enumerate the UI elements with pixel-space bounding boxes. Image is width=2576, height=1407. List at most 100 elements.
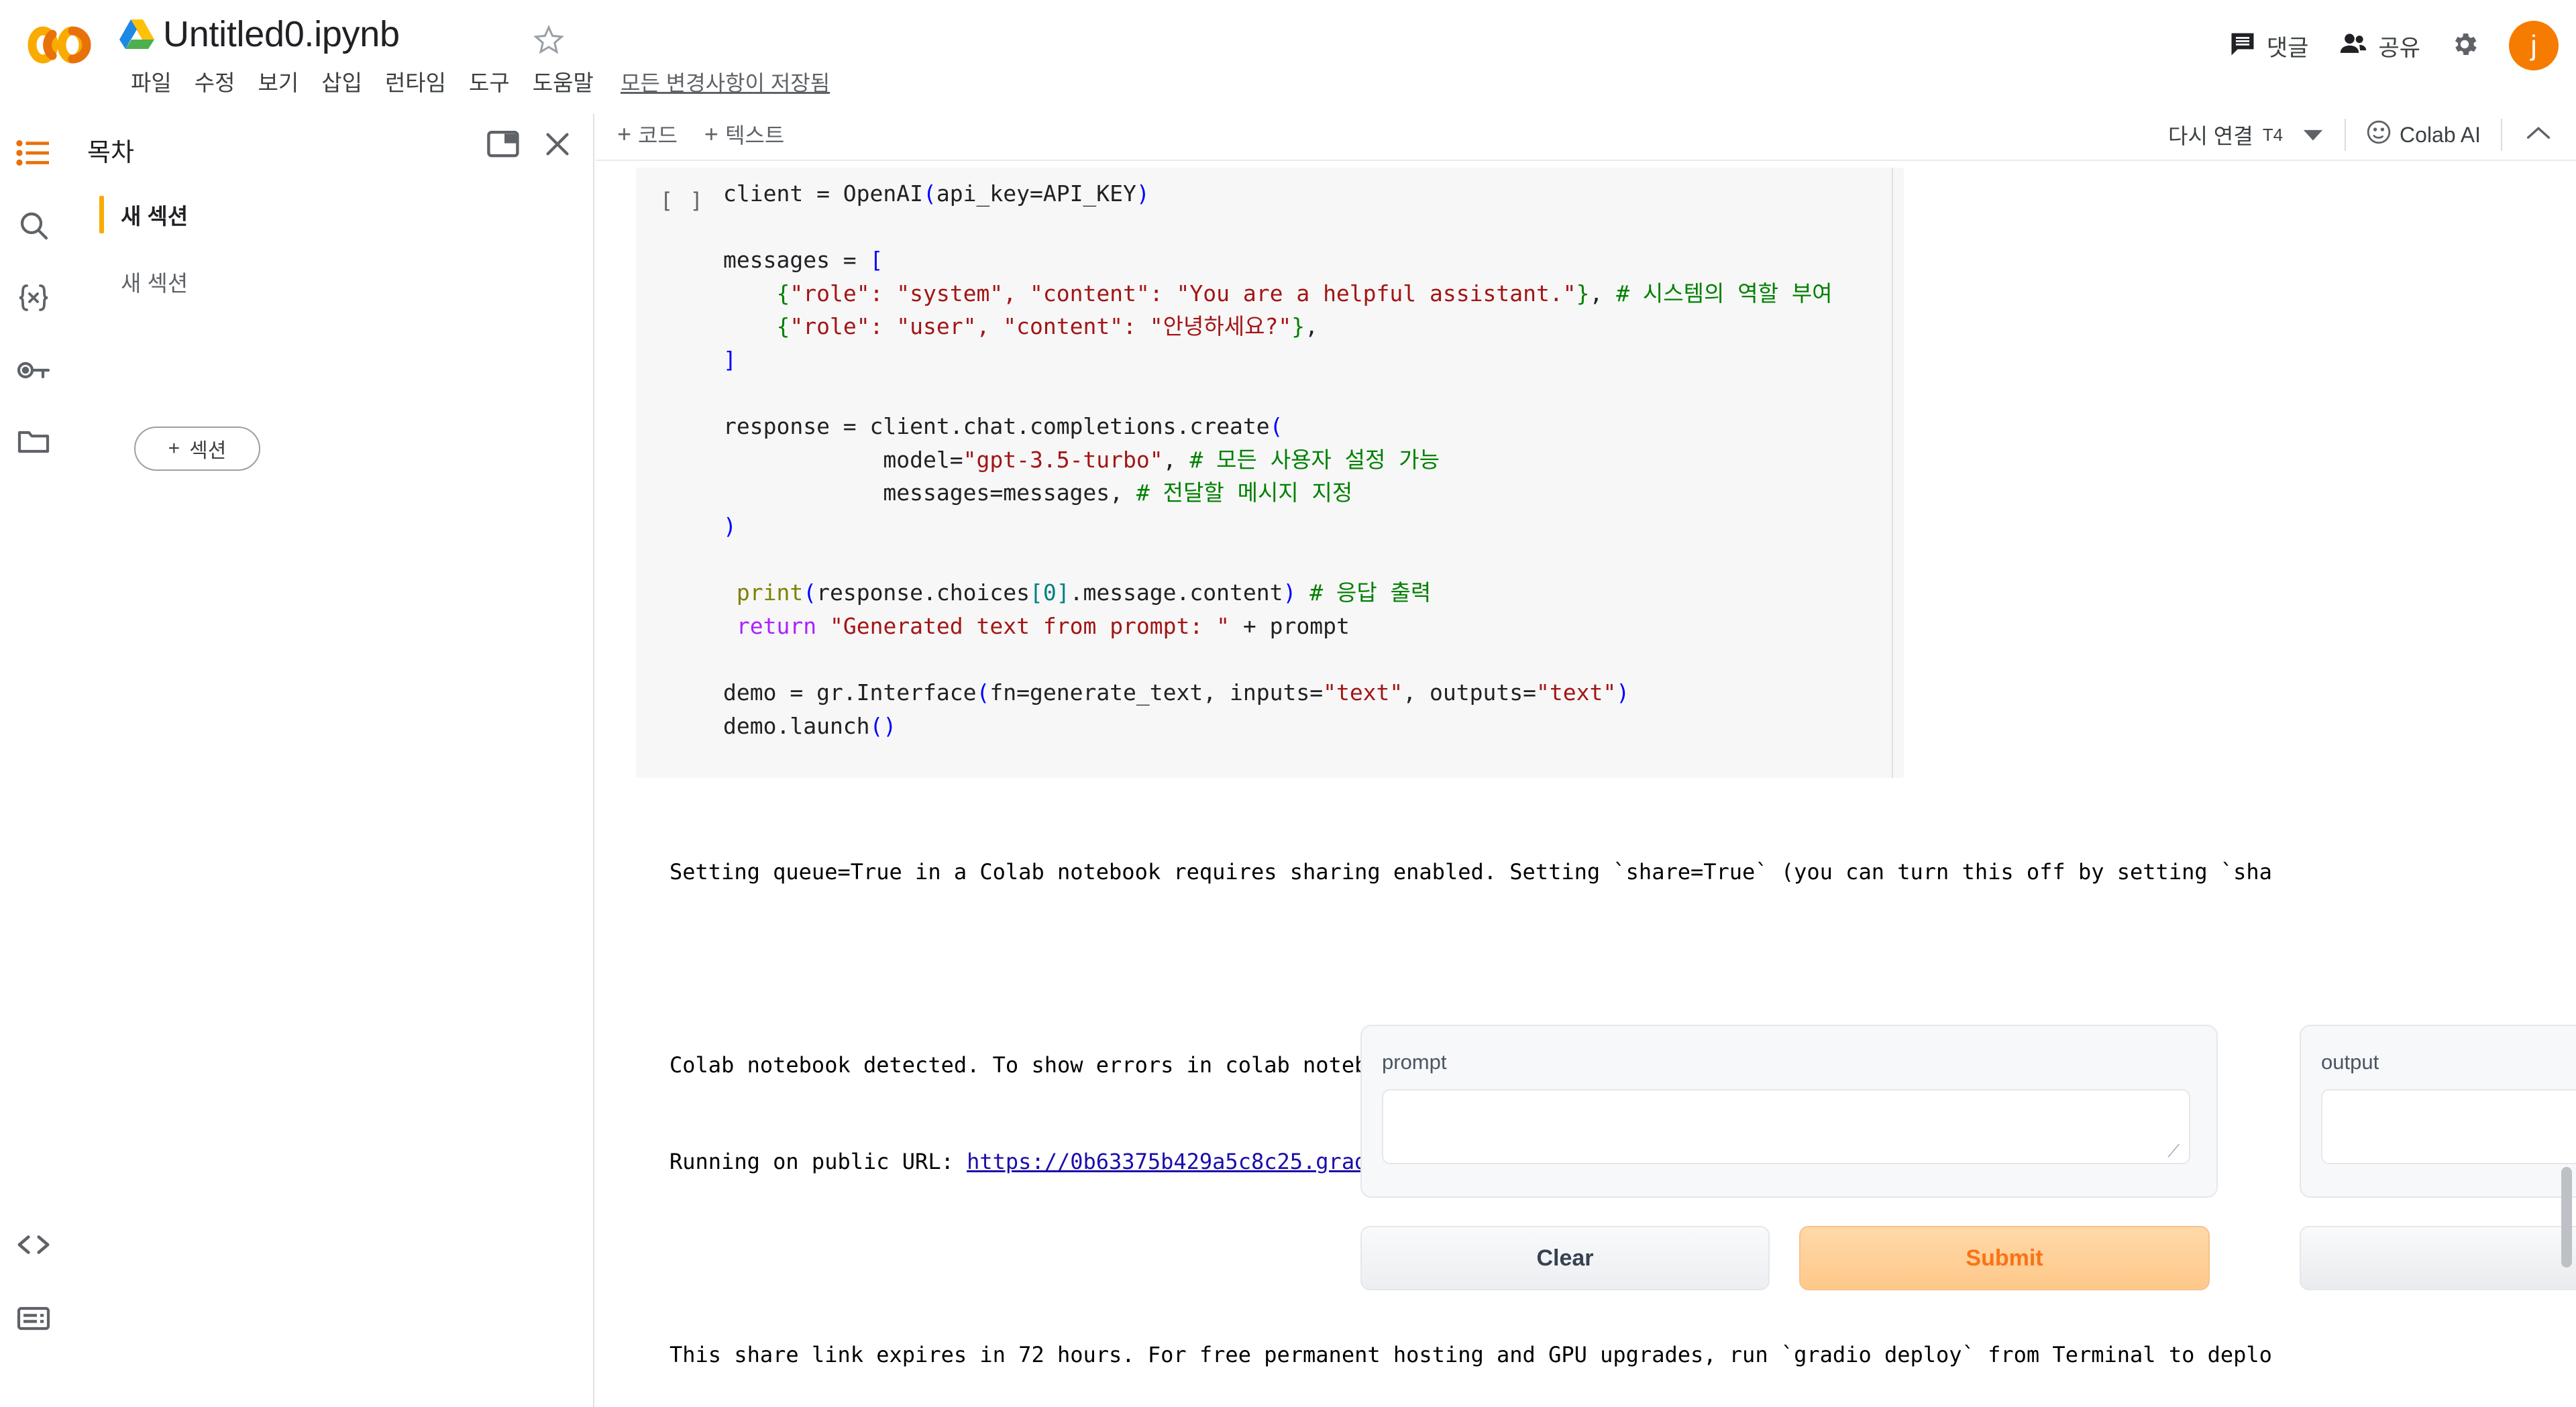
menu-item-insert[interactable]: 삽입	[310, 66, 374, 101]
reconnect-button[interactable]: 다시 연결 T4	[2156, 119, 2337, 150]
gradio-interface: prompt ⟋ output ⟋ Clear Submit Flag	[1360, 1025, 2576, 1380]
panel-layout-icon[interactable]	[487, 130, 519, 162]
colab-logo-icon[interactable]	[25, 25, 93, 64]
chevron-down-icon[interactable]	[2302, 123, 2324, 148]
comments-button[interactable]: 댓글	[2213, 19, 2324, 72]
add-text-cell-button[interactable]: + 텍스트	[691, 119, 798, 150]
code-line: {"role": "user", "content": "안녕하세요?"},	[776, 313, 1318, 340]
add-section-label: 섹션	[189, 440, 227, 462]
menu-item-runtime[interactable]: 런타임	[374, 66, 458, 101]
code-line: client = OpenAI(api_key=API_KEY)	[723, 180, 1150, 207]
resize-handle-icon[interactable]: ⟋	[2167, 1143, 2182, 1160]
comments-label: 댓글	[2266, 35, 2309, 61]
toc-entry[interactable]: 새 섹션	[67, 258, 594, 306]
star-icon[interactable]	[533, 24, 564, 55]
menu-item-tools[interactable]: 도구	[458, 66, 521, 101]
settings-button[interactable]	[2435, 19, 2494, 72]
code-cell[interactable]: [ ] client = OpenAI(api_key=API_KEY) mes…	[636, 168, 1904, 778]
menu-item-edit[interactable]: 수정	[183, 66, 247, 101]
output-url-prefix: Running on public URL:	[669, 1149, 967, 1174]
code-cell-gutter[interactable]: [ ]	[636, 168, 723, 778]
code-line: {"role": "system", "content": "You are a…	[776, 280, 1833, 306]
left-icon-rail	[0, 114, 67, 1407]
table-of-contents-panel: 목차 새 섹션 새 섹션 + 섹션	[67, 114, 594, 1407]
output-spacer	[669, 952, 2576, 984]
menu-item-file[interactable]: 파일	[119, 66, 183, 101]
gradio-output-panel: output ⟋	[2300, 1025, 2576, 1198]
submit-button[interactable]: Submit	[1799, 1226, 2210, 1290]
document-title[interactable]: Untitled0.ipynb	[163, 13, 400, 55]
toolbar-divider	[2345, 119, 2347, 151]
colab-ai-icon	[2366, 119, 2392, 150]
avatar[interactable]: j	[2509, 21, 2559, 70]
share-button[interactable]: 공유	[2323, 19, 2435, 72]
collapse-toolbar-button[interactable]	[2510, 125, 2567, 146]
output-textbox[interactable]: ⟋	[2321, 1089, 2576, 1164]
colab-ai-button[interactable]: Colab AI	[2354, 119, 2493, 150]
close-icon[interactable]	[542, 129, 573, 163]
toc-header: 목차	[67, 114, 594, 174]
colab-ai-label: Colab AI	[2400, 122, 2481, 147]
add-section-button[interactable]: + 섹션	[134, 427, 260, 471]
toolbar-right-group: 다시 연결 T4 Colab AI	[2156, 109, 2567, 161]
code-line: demo.launch()	[723, 712, 897, 739]
share-label: 공유	[2378, 35, 2420, 61]
drive-icon[interactable]	[119, 17, 154, 51]
prompt-input[interactable]: ⟋	[1382, 1089, 2190, 1164]
code-line: print(response.choices[0].message.conten…	[736, 579, 1432, 606]
gradio-input-panel: prompt ⟋	[1360, 1025, 2218, 1198]
code-line: messages=messages, # 전달할 메시지 지정	[723, 480, 1353, 506]
toc-title: 목차	[87, 139, 134, 167]
variables-icon[interactable]	[9, 274, 58, 322]
code-line: response = client.chat.completions.creat…	[723, 413, 1283, 440]
gpu-type-label: T4	[2262, 124, 2284, 145]
menu-item-view[interactable]: 보기	[246, 66, 310, 101]
add-code-cell-button[interactable]: + 코드	[604, 119, 691, 150]
toc-entry-active[interactable]: 새 섹션	[67, 190, 594, 239]
toolbar-divider	[2501, 119, 2502, 151]
output-label: output	[2321, 1050, 2379, 1074]
folder-icon[interactable]	[9, 418, 58, 467]
people-icon	[2338, 30, 2369, 62]
plus-icon: +	[704, 120, 718, 148]
cell-vertical-rule	[1892, 168, 1893, 778]
code-editor-content[interactable]: client = OpenAI(api_key=API_KEY) message…	[723, 177, 1833, 742]
plus-icon: +	[617, 120, 632, 148]
toc-entry-label: 새 섹션	[121, 271, 189, 296]
code-line: model="gpt-3.5-turbo", # 모든 사용자 설정 가능	[723, 446, 1440, 473]
search-icon[interactable]	[9, 201, 58, 249]
gear-icon	[2450, 30, 2479, 62]
notebook-toolbar: + 코드 + 텍스트 다시 연결 T4 Colab AI	[596, 109, 2576, 161]
chevron-up-icon	[2525, 125, 2552, 146]
prompt-label: prompt	[1382, 1050, 1447, 1074]
code-line: return "Generated text from prompt: " + …	[736, 612, 1350, 639]
menu-item-help[interactable]: 도움말	[521, 66, 605, 101]
code-line: )	[723, 512, 737, 539]
vertical-scrollbar-thumb[interactable]	[2561, 1167, 2572, 1268]
toc-list-icon[interactable]	[9, 129, 58, 177]
header-actions: 댓글 공유 j	[2213, 19, 2559, 72]
save-status-label[interactable]: 모든 변경사항이 저장됨	[621, 66, 830, 101]
terminal-icon[interactable]	[9, 1294, 58, 1343]
key-icon[interactable]	[9, 346, 58, 394]
toc-entry-label: 새 섹션	[121, 204, 189, 229]
comment-icon	[2228, 30, 2257, 62]
reconnect-label: 다시 연결	[2168, 124, 2253, 148]
flag-button[interactable]: Flag	[2300, 1226, 2576, 1290]
execution-count-indicator[interactable]: [ ]	[660, 188, 705, 213]
code-snippets-icon[interactable]	[9, 1221, 58, 1269]
output-line: Setting queue=True in a Colab notebook r…	[669, 859, 2272, 885]
code-line: ]	[723, 346, 737, 373]
code-line: messages = [	[723, 247, 883, 274]
add-text-label: 텍스트	[724, 123, 785, 148]
active-indicator-bar	[99, 196, 104, 233]
code-line: demo = gr.Interface(fn=generate_text, in…	[723, 679, 1630, 706]
app-header: Untitled0.ipynb 파일 수정 보기 삽입 런타임 도구 도움말 모…	[0, 0, 2576, 114]
clear-button[interactable]: Clear	[1360, 1226, 1770, 1290]
notebook-main-area: [ ] client = OpenAI(api_key=API_KEY) mes…	[596, 161, 2576, 1407]
menu-bar: 파일 수정 보기 삽입 런타임 도구 도움말	[119, 66, 605, 101]
